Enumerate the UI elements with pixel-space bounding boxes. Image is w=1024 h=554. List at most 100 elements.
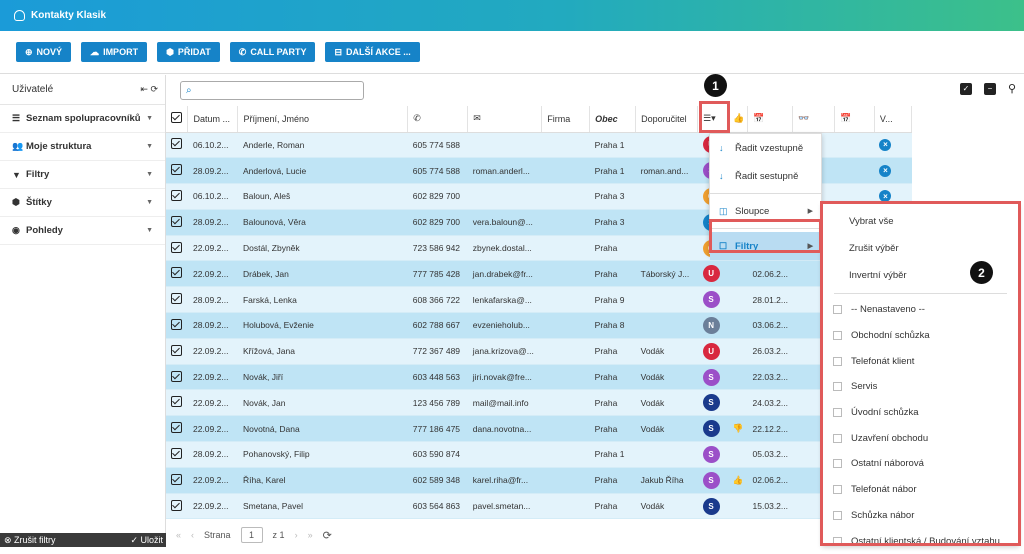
avatar[interactable]: S [702,497,720,515]
column-menu-item-1[interactable]: ↓ Řadit sestupně [710,162,821,190]
row-checkbox-cell[interactable] [166,209,188,236]
table-row[interactable]: 22.09.2... Novotná, Dana 777 186 475 dana.n… [166,415,912,443]
select-all-icon[interactable]: ✓ [959,83,972,95]
cell-date: 06.10.2... [187,132,238,159]
row-checkbox[interactable] [171,293,182,305]
pager: « ‹ Strana 1 z 1 › » ⟳ [176,527,332,543]
avatar[interactable]: S [702,394,720,412]
row-checkbox-cell[interactable] [166,260,188,288]
row-checkbox-cell[interactable] [166,235,188,262]
row-checkbox[interactable] [171,422,182,434]
toolbar-button-1[interactable]: ☁ IMPORT [81,42,148,62]
table-row[interactable]: 22.09.2... Novák, Jan 123 456 789 mail@mail… [166,389,912,417]
next-page-icon[interactable]: › [295,530,298,540]
column-header-9[interactable]: 📅 [747,106,794,133]
last-page-icon[interactable]: » [308,530,313,540]
row-checkbox[interactable] [171,396,182,408]
toolbar-button-4[interactable]: ⊟ DALŠÍ AKCE ... [325,42,420,62]
column-header-3[interactable]: ✉ [467,106,543,133]
row-checkbox-cell[interactable] [166,312,188,339]
table-row[interactable]: 28.09.2... Pohanovský, Filip 603 590 874 Pr… [166,441,912,468]
avatar[interactable]: S [702,445,720,463]
table-row[interactable]: 22.09.2... Smetana, Pavel 603 564 863 pavel… [166,493,912,520]
column-header-6[interactable]: Doporučitel [635,106,699,133]
row-checkbox[interactable] [171,241,182,253]
row-checkbox[interactable] [171,267,182,279]
table-row[interactable]: 22.09.2... Novák, Jiří 603 448 563 jiri.nov… [166,364,912,391]
prev-page-icon[interactable]: ‹ [191,530,194,540]
row-checkbox-cell[interactable] [166,183,188,210]
toolbar-button-label: CALL PARTY [250,47,307,57]
pin-icon[interactable]: ⚲ [1008,83,1016,95]
row-checkbox-cell[interactable] [166,467,188,494]
column-header-4[interactable]: Firma [541,106,591,133]
collapse-refresh-icons[interactable]: ⇤ ⟳ [140,84,158,95]
toolbar-button-0[interactable]: ⊕ NOVÝ [16,42,72,62]
row-checkbox-cell[interactable] [166,132,188,159]
column-header-11[interactable]: 📅 [834,106,875,133]
row-checkbox-cell[interactable] [166,441,188,468]
table-row[interactable]: 22.09.2... Říha, Karel 602 589 348 karel.ri… [166,467,912,494]
row-checkbox-cell[interactable] [166,364,188,391]
sidebar-item-label: Štítky [26,197,52,208]
row-checkbox[interactable] [171,164,182,176]
sidebar-item-2[interactable]: ▼ Filtry ▼ [0,161,165,189]
row-checkbox[interactable] [171,318,182,330]
sidebar-item-0[interactable]: ☰ Seznam spolupracovníků ▼ [0,105,165,133]
cell-name: Holubová, Evženie [237,312,408,339]
checkbox-icon[interactable] [171,112,182,124]
save-button[interactable]: ✓ Uložit [130,535,163,546]
row-checkbox-cell[interactable] [166,493,188,520]
row-checkbox-cell[interactable] [166,286,188,314]
cell-ref: Vodák [635,364,698,391]
table-row[interactable]: 22.09.2... Drábek, Jan 777 785 428 jan.drab… [166,260,912,288]
column-menu-item-0[interactable]: ↓ Řadit vzestupně [710,134,821,162]
table-row[interactable]: 22.09.2... Křížová, Jana 772 367 489 jana.k… [166,338,912,365]
table-row[interactable]: 28.09.2... Farská, Lenka 608 366 722 lenkaf… [166,286,912,314]
table-row[interactable]: 28.09.2... Holubová, Evženie 602 788 667 ev… [166,312,912,339]
search-input[interactable]: ⌕ [180,80,364,100]
row-checkbox[interactable] [171,473,182,485]
avatar[interactable]: S [702,420,720,438]
sidebar-item-4[interactable]: ◉ Pohledy ▼ [0,217,165,245]
row-checkbox[interactable] [171,370,182,382]
header-select-all[interactable] [166,106,189,133]
row-checkbox[interactable] [171,447,182,459]
row-checkbox[interactable] [171,189,182,201]
row-checkbox[interactable] [171,138,182,150]
avatar[interactable]: S [702,471,720,489]
row-checkbox[interactable] [171,344,182,356]
column-header-2[interactable]: ✆ [407,106,469,133]
callout-badge-1: 1 [704,74,727,97]
close-icon[interactable]: × [879,164,892,177]
column-header-5[interactable]: Obec [589,106,637,133]
toolbar-button-3[interactable]: ✆ CALL PARTY [229,42,316,62]
avatar[interactable]: U [702,265,720,283]
close-icon[interactable]: × [879,138,892,151]
avatar[interactable]: S [702,291,720,309]
row-checkbox-cell[interactable] [166,415,188,443]
column-header-1[interactable]: Příjmení, Jméno [237,106,409,133]
row-checkbox[interactable] [171,499,182,511]
clear-filters-button[interactable]: ⊗ Zrušit filtry [4,535,56,546]
first-page-icon[interactable]: « [176,530,181,540]
chevron-right-icon: ▶ [807,208,813,215]
row-checkbox-cell[interactable] [166,389,188,417]
column-header-10[interactable]: 👓 [792,106,835,133]
refresh-icon[interactable]: ⟳ [323,529,332,542]
column-header-8[interactable]: 👍 [727,106,749,133]
row-checkbox[interactable] [171,215,182,227]
column-header-12[interactable]: V... [874,106,913,133]
sidebar-item-1[interactable]: 👥 Moje struktura ▼ [0,133,165,161]
row-checkbox-cell[interactable] [166,338,188,365]
column-header-0[interactable]: Datum ... [187,106,239,133]
avatar[interactable]: U [702,342,720,360]
toolbar-button-2[interactable]: ⬢ PŘIDAT [157,42,220,62]
avatar[interactable]: N [702,316,720,334]
title-bar: Kontakty Klasik [0,0,1024,31]
deselect-icon[interactable]: − [983,83,996,95]
row-checkbox-cell[interactable] [166,157,188,185]
sidebar-item-3[interactable]: ⬢ Štítky ▼ [0,189,165,217]
page-input[interactable]: 1 [240,527,263,543]
avatar[interactable]: S [702,368,720,386]
